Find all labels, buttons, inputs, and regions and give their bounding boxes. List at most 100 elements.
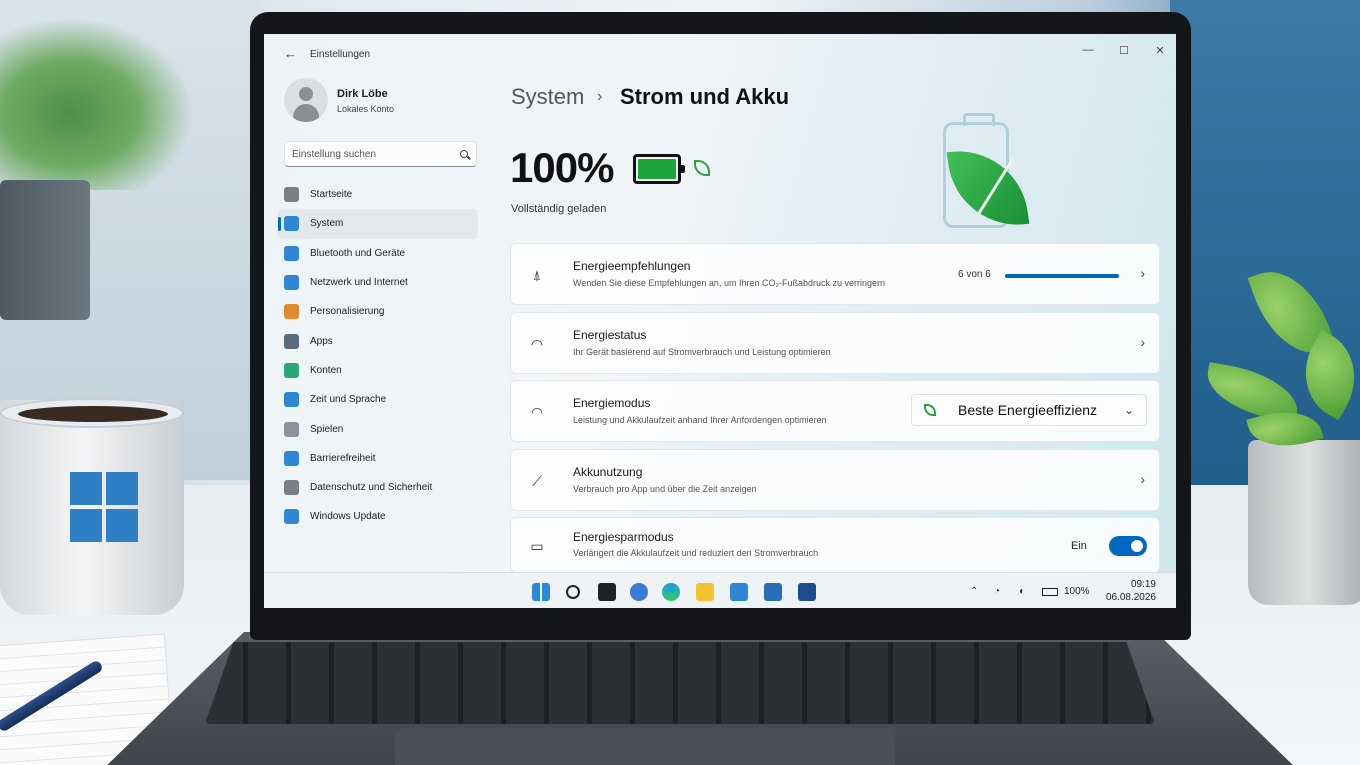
start-icon[interactable]	[532, 583, 550, 601]
clock-date: 06.08.2026	[1105, 592, 1156, 603]
system-icon	[284, 216, 299, 232]
bluetooth-icon	[284, 245, 299, 261]
coffee-mug-rim	[0, 398, 184, 428]
card-energy-mode: ◠ Energiemodus Leistung und Akkulaufzeit…	[510, 380, 1160, 442]
sidebar-item-label: Datenschutz und Sicherheit	[310, 482, 433, 494]
sidebar-item-label: Netzwerk und Internet	[310, 277, 408, 289]
search-placeholder: Einstellung suchen	[292, 149, 376, 160]
update-icon	[284, 509, 299, 525]
sidebar-item-label: Bluetooth und Geräte	[310, 247, 406, 259]
battery-percent: 100%	[510, 144, 614, 191]
card-battery-usage[interactable]: ⟋ Akkunutzung Verbrauch pro App und über…	[510, 449, 1160, 511]
touchpad	[395, 728, 895, 765]
card-subtitle: Verbrauch pro App und über die Zeit anze…	[573, 484, 757, 494]
close-icon[interactable]: ✕	[1150, 44, 1170, 57]
sidebar-item-home[interactable]: Startseite	[278, 180, 478, 209]
card-title: Energieempfehlungen	[573, 259, 691, 273]
card-title: Energiestatus	[573, 328, 647, 342]
window-title: Einstellungen	[310, 49, 371, 60]
card-title: Energiesparmodus	[573, 530, 674, 544]
photos-icon[interactable]	[764, 583, 782, 601]
battery-saver-toggle[interactable]	[1109, 536, 1147, 556]
chevron-right-icon[interactable]: ›	[1140, 265, 1145, 281]
wifi-icon	[284, 275, 299, 291]
battery-status: Vollständig geladen	[511, 203, 607, 215]
plant-left	[0, 20, 190, 190]
energy-mode-dropdown[interactable]: Beste Energieeffizienz ⌄	[911, 394, 1147, 426]
sidebar-item-apps[interactable]: Apps	[278, 326, 478, 355]
apps-icon	[284, 333, 299, 349]
card-subtitle: Verlängert die Akkulaufzeit und reduzier…	[573, 548, 819, 558]
sidebar-item-update[interactable]: Windows Update	[278, 502, 478, 531]
chevron-down-icon: ⌄	[1123, 403, 1134, 417]
plant-pot-right	[1248, 440, 1360, 605]
sidebar-item-label: Startseite	[310, 189, 353, 201]
chevron-right-icon[interactable]: ›	[1140, 471, 1145, 487]
sidebar-nav: Startseite System Bluetooth und Geräte Netz…	[278, 180, 478, 532]
person-icon	[284, 362, 299, 378]
title-bar: ← Einstellungen — ☐ ✕	[264, 34, 1176, 70]
sidebar-item-bluetooth[interactable]: Bluetooth und Geräte	[278, 239, 478, 268]
sidebar-item-label: Personalisierung	[310, 306, 385, 318]
sidebar-item-label: Apps	[310, 335, 333, 347]
search-icon[interactable]	[566, 585, 580, 599]
gauge-icon: ◠	[530, 336, 544, 352]
sidebar-item-shield[interactable]: Datenschutz und Sicherheit	[278, 473, 478, 502]
wifi-icon[interactable]: ◔	[994, 586, 1000, 597]
sidebar-item-brush[interactable]: Personalisierung	[278, 297, 478, 326]
accessibility-icon	[284, 450, 299, 466]
taskbar: ⌃ ◔ ◖ 100% 09:19 06.08.2026	[264, 572, 1176, 608]
back-arrow-icon[interactable]: ←	[284, 46, 297, 61]
battery-tray-icon[interactable]	[1042, 588, 1058, 596]
sidebar-item-label: Zeit und Sprache	[310, 394, 387, 406]
card-title: Akkunutzung	[573, 465, 643, 479]
sidebar-item-label: Barrierefreiheit	[310, 452, 376, 464]
battery-icon	[633, 154, 685, 184]
sidebar-item-gamepad[interactable]: Spielen	[278, 414, 478, 443]
battery-saver-icon: ▭	[530, 538, 544, 554]
sidebar-item-person[interactable]: Konten	[278, 356, 478, 385]
card-battery-saver: ▭ Energiesparmodus Verlängert die Akkula…	[510, 517, 1160, 573]
breadcrumb-parent[interactable]: System	[511, 84, 584, 110]
minimize-icon[interactable]: —	[1078, 44, 1098, 56]
sidebar-item-globe[interactable]: Zeit und Sprache	[278, 385, 478, 414]
line-chart-icon: ⟋	[532, 473, 542, 489]
edge-icon[interactable]	[662, 583, 680, 601]
card-subtitle: Leistung und Akkulaufzeit anhand Ihrer A…	[573, 415, 827, 425]
clock[interactable]: 09:19 06.08.2026	[1106, 578, 1156, 604]
card-subtitle: Wenden Sie diese Empfehlungen an, um Ihr…	[573, 278, 885, 288]
store-icon[interactable]	[730, 583, 748, 601]
chat-icon[interactable]	[630, 583, 648, 601]
card-energy-status[interactable]: ◠ Energiestatus Ihr Gerät basierend auf …	[510, 312, 1160, 374]
chevron-up-icon[interactable]: ⌃	[970, 586, 978, 597]
leaf-outline-icon: ⍋	[532, 267, 542, 283]
sidebar-item-wifi[interactable]: Netzwerk und Internet	[278, 268, 478, 297]
maximize-icon[interactable]: ☐	[1114, 44, 1134, 57]
avatar[interactable]	[284, 78, 328, 122]
gauge-icon: ◠	[530, 404, 544, 420]
plant-pot-left	[0, 180, 90, 320]
sidebar-item-label: Spielen	[310, 423, 344, 435]
chevron-right-icon[interactable]: ›	[1140, 334, 1145, 350]
keyboard	[205, 642, 1155, 724]
search-input[interactable]: Einstellung suchen	[284, 141, 477, 167]
progress-bar	[1005, 274, 1119, 278]
battery-tray-percent: 100%	[1064, 586, 1090, 597]
settings-icon[interactable]	[798, 583, 816, 601]
sidebar-item-system[interactable]: System	[278, 209, 478, 239]
volume-icon[interactable]: ◖	[1018, 586, 1024, 597]
search-icon[interactable]	[460, 150, 468, 158]
leaf-icon	[694, 160, 710, 176]
card-title: Energiemodus	[573, 396, 651, 410]
sidebar-item-accessibility[interactable]: Barrierefreiheit	[278, 444, 478, 473]
globe-icon	[284, 392, 299, 408]
shield-icon	[284, 480, 299, 496]
account-type: Lokales Konto	[337, 104, 395, 114]
gamepad-icon	[284, 421, 299, 437]
terminal-icon[interactable]	[598, 583, 616, 601]
settings-window: ← Einstellungen — ☐ ✕ Dirk Löbe Lokales …	[264, 34, 1176, 573]
brush-icon	[284, 304, 299, 320]
energy-mode-selected: Beste Energieeffizienz	[958, 402, 1098, 418]
explorer-icon[interactable]	[696, 583, 714, 601]
card-energy-recommendations[interactable]: ⍋ Energieempfehlungen Wenden Sie diese E…	[510, 243, 1160, 305]
